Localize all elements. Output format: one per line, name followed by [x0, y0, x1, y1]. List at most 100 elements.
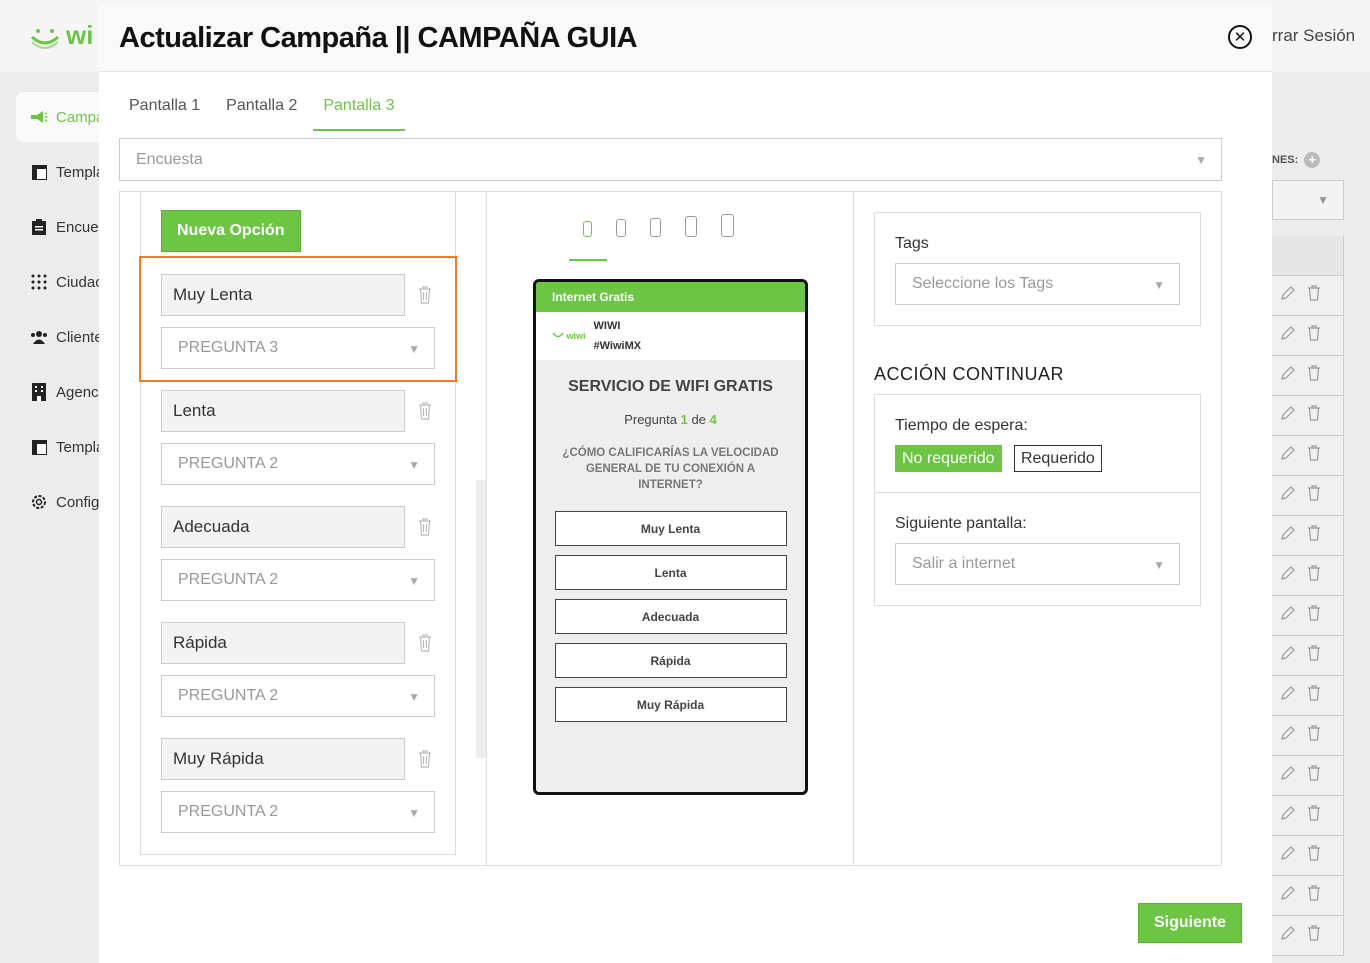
pencil-icon[interactable] — [1280, 285, 1296, 306]
background-select[interactable]: ▼ — [1272, 180, 1344, 220]
sidebar-item-label: Cliente — [56, 328, 103, 346]
option-next-question-select[interactable]: PREGUNTA 2 ▼ — [161, 675, 435, 717]
preview-question: ¿CÓMO CALIFICARÍAS LA VELOCIDAD GENERAL … — [562, 447, 779, 491]
option-label-input[interactable]: Muy Rápida — [161, 738, 405, 780]
grid-dots-icon — [30, 273, 48, 291]
preview-column: Internet Gratis wiwi WIWI #WiwiMX SERVIC… — [487, 192, 854, 865]
trash-icon[interactable] — [1306, 845, 1322, 866]
trash-icon[interactable] — [1306, 325, 1322, 346]
tab-pantalla-1[interactable]: Pantalla 1 — [119, 85, 210, 131]
sidebar-item-cities[interactable]: Ciudac — [16, 257, 106, 307]
trash-icon[interactable] — [1306, 405, 1322, 426]
sidebar-item-agencies[interactable]: Agenc — [16, 367, 106, 417]
option-label-input[interactable]: Adecuada — [161, 506, 405, 548]
trash-icon[interactable] — [418, 518, 432, 536]
device-active-indicator — [569, 259, 607, 261]
option-next-question-select[interactable]: PREGUNTA 3 ▼ — [161, 327, 435, 369]
sidebar-item-surveys[interactable]: Encue — [16, 202, 106, 252]
pencil-icon[interactable] — [1280, 565, 1296, 586]
chevron-down-icon: ▼ — [1153, 558, 1165, 572]
trash-icon[interactable] — [1306, 605, 1322, 626]
pencil-icon[interactable] — [1280, 765, 1296, 786]
pencil-icon[interactable] — [1280, 885, 1296, 906]
trash-icon[interactable] — [1306, 685, 1322, 706]
trash-icon[interactable] — [1306, 445, 1322, 466]
trash-icon[interactable] — [418, 286, 432, 304]
trash-icon[interactable] — [1306, 285, 1322, 306]
option-label-input[interactable]: Muy Lenta — [161, 274, 405, 316]
sidebar-item-campaigns[interactable]: Campa — [16, 92, 106, 142]
device-tablet-icon[interactable] — [721, 214, 734, 237]
pencil-icon[interactable] — [1280, 645, 1296, 666]
pencil-icon[interactable] — [1280, 405, 1296, 426]
chevron-down-icon: ▼ — [408, 458, 420, 472]
trash-icon[interactable] — [1306, 525, 1322, 546]
tab-pantalla-3[interactable]: Pantalla 3 — [313, 85, 405, 131]
close-icon[interactable]: ✕ — [1228, 25, 1252, 49]
sidebar-item-templates-2[interactable]: Templa — [16, 422, 106, 472]
screen-tabs: Pantalla 1 Pantalla 2 Pantalla 3 — [119, 85, 411, 131]
pencil-icon[interactable] — [1280, 485, 1296, 506]
logo-text: wi — [66, 20, 94, 50]
device-small-phone-icon[interactable] — [583, 221, 592, 237]
table-row — [1272, 556, 1344, 596]
divider — [875, 492, 1200, 493]
preview-option-button[interactable]: Muy Rápida — [554, 687, 787, 722]
next-screen-select[interactable]: Salir a internet ▼ — [895, 543, 1180, 585]
update-campaign-modal: Actualizar Campaña || CAMPAÑA GUIA ✕ Pan… — [99, 5, 1272, 963]
pencil-icon[interactable] — [1280, 845, 1296, 866]
required-toggle[interactable]: Requerido — [1013, 445, 1102, 472]
trash-icon[interactable] — [418, 750, 432, 768]
preview-option-button[interactable]: Adecuada — [554, 599, 787, 634]
device-phablet-icon[interactable] — [685, 216, 697, 237]
pencil-icon[interactable] — [1280, 725, 1296, 746]
option-next-question-select[interactable]: PREGUNTA 2 ▼ — [161, 791, 435, 833]
trash-icon[interactable] — [1306, 725, 1322, 746]
sidebar-item-clients[interactable]: Cliente — [16, 312, 106, 362]
settings-column: Tags Seleccione los Tags ▼ ACCIÓN CONTIN… — [854, 192, 1221, 865]
pencil-icon[interactable] — [1280, 805, 1296, 826]
sidebar-item-label: Templa — [56, 163, 105, 181]
tab-pantalla-2[interactable]: Pantalla 2 — [216, 85, 307, 131]
screen-type-select[interactable]: Encuesta ▼ — [119, 138, 1222, 181]
option-next-question-select[interactable]: PREGUNTA 2 ▼ — [161, 559, 435, 601]
pencil-icon[interactable] — [1280, 365, 1296, 386]
option-label-input[interactable]: Rápida — [161, 622, 405, 664]
sidebar-item-templates[interactable]: Templa — [16, 147, 106, 197]
pencil-icon[interactable] — [1280, 325, 1296, 346]
device-phone-icon[interactable] — [616, 219, 626, 237]
trash-icon[interactable] — [1306, 645, 1322, 666]
logout-link[interactable]: rrar Sesión — [1272, 26, 1355, 46]
chevron-down-icon: ▼ — [1153, 278, 1165, 292]
device-large-phone-icon[interactable] — [650, 218, 661, 237]
option-label-input[interactable]: Lenta — [161, 390, 405, 432]
trash-icon[interactable] — [1306, 885, 1322, 906]
scrollbar[interactable] — [476, 480, 486, 758]
trash-icon[interactable] — [418, 402, 432, 420]
pencil-icon[interactable] — [1280, 685, 1296, 706]
building-icon — [30, 383, 48, 401]
trash-icon[interactable] — [1306, 765, 1322, 786]
preview-option-button[interactable]: Lenta — [554, 555, 787, 590]
pencil-icon[interactable] — [1280, 525, 1296, 546]
trash-icon[interactable] — [1306, 925, 1322, 946]
option-next-question-select[interactable]: PREGUNTA 2 ▼ — [161, 443, 435, 485]
trash-icon[interactable] — [418, 634, 432, 652]
not-required-toggle[interactable]: No requerido — [895, 445, 1002, 472]
pencil-icon[interactable] — [1280, 925, 1296, 946]
new-option-button[interactable]: Nueva Opción — [161, 210, 301, 252]
trash-icon[interactable] — [1306, 805, 1322, 826]
pencil-icon[interactable] — [1280, 605, 1296, 626]
trash-icon[interactable] — [1306, 365, 1322, 386]
sidebar-item-config[interactable]: Config — [16, 477, 106, 527]
preview-option-button[interactable]: Muy Lenta — [554, 511, 787, 546]
sidebar: Campa Templa Encue Ciudac Cliente Agenc … — [0, 72, 106, 963]
pencil-icon[interactable] — [1280, 445, 1296, 466]
trash-icon[interactable] — [1306, 565, 1322, 586]
next-button[interactable]: Siguiente — [1137, 903, 1242, 943]
tags-select[interactable]: Seleccione los Tags ▼ — [895, 263, 1180, 305]
trash-icon[interactable] — [1306, 485, 1322, 506]
add-icon[interactable]: + — [1304, 152, 1321, 168]
continue-action-card: Tiempo de espera: No requerido Requerido… — [874, 394, 1201, 606]
preview-option-button[interactable]: Rápida — [554, 643, 787, 678]
